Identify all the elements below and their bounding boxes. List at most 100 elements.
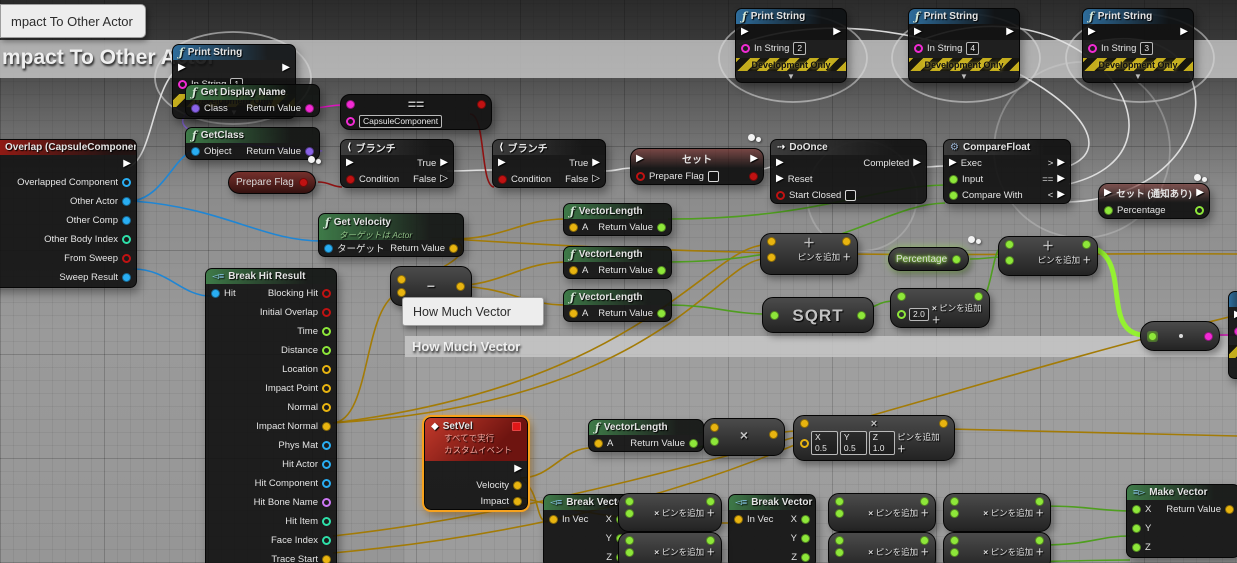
- prepare-flag-pin[interactable]: [636, 171, 645, 181]
- mult-in-b-pin[interactable]: [950, 547, 959, 557]
- hit-actor-pin[interactable]: [322, 460, 331, 469]
- in-string-pin[interactable]: [914, 43, 923, 53]
- time-pin[interactable]: [322, 327, 331, 336]
- false-exec-pin[interactable]: ▷: [592, 174, 600, 184]
- break-vector-node-2[interactable]: ◅≡ Break Vector In Vec X Y Z: [728, 494, 816, 563]
- distance-pin[interactable]: [322, 346, 331, 355]
- phys-mat-pin[interactable]: [322, 441, 331, 450]
- input-pin[interactable]: [949, 174, 958, 184]
- print-string-node-2[interactable]: ƒ Print String ▶ ▶ In String 2 Development …: [735, 8, 847, 83]
- sweep-result-pin[interactable]: [122, 273, 131, 282]
- exec-in-pin[interactable]: ▶: [1088, 27, 1096, 37]
- overlap-event-node[interactable]: Overlap (CapsuleComponent) ▶ Overlapped …: [0, 139, 137, 288]
- comment-bubble-icon[interactable]: [968, 236, 981, 244]
- y-pin[interactable]: [1132, 524, 1141, 533]
- float-out-pin[interactable]: [856, 310, 866, 320]
- return-value-pin[interactable]: [657, 308, 666, 318]
- return-value-pin[interactable]: [657, 222, 666, 232]
- hit-bone-name-pin[interactable]: [322, 498, 331, 507]
- add-pin-plus-icon[interactable]: ＋: [920, 547, 929, 557]
- equal-node[interactable]: == CapsuleComponent: [340, 94, 492, 130]
- collapse-arrow[interactable]: ▼: [1083, 71, 1193, 82]
- condition-pin[interactable]: [498, 174, 507, 184]
- exec-out-pin[interactable]: ▶: [750, 153, 758, 164]
- multiply-node-c1[interactable]: × ピンを追加 ＋: [943, 493, 1051, 532]
- other-comp-pin[interactable]: [122, 216, 131, 225]
- add-in-a-pin[interactable]: [1005, 240, 1014, 249]
- float-out-pin[interactable]: [1035, 497, 1044, 506]
- mult-in-a-pin[interactable]: [835, 536, 844, 545]
- add-pin-plus-icon[interactable]: ＋: [842, 252, 851, 262]
- return-value-pin[interactable]: [305, 103, 314, 113]
- class-pin[interactable]: [191, 103, 200, 113]
- mult-in-a-pin[interactable]: [950, 497, 959, 506]
- a-pin[interactable]: [569, 308, 578, 318]
- exec-in-pin[interactable]: ▶: [914, 27, 922, 37]
- y-default-value[interactable]: Y 0.5: [839, 431, 867, 455]
- vector-length-node-4[interactable]: ƒ VectorLength A Return Value: [588, 419, 704, 452]
- false-exec-pin[interactable]: ▷: [440, 174, 448, 184]
- multiply-2-node[interactable]: 2.0 × ピンを追加 ＋: [890, 288, 990, 328]
- start-closed-pin[interactable]: [776, 190, 785, 200]
- vec-out-pin[interactable]: [769, 430, 778, 439]
- mult-in-b-pin[interactable]: [800, 438, 809, 448]
- float-out-pin[interactable]: [1195, 205, 1204, 215]
- sub-in-b-pin[interactable]: [397, 288, 406, 297]
- condition-pin[interactable]: [346, 174, 355, 184]
- x-pin[interactable]: [1132, 505, 1141, 514]
- exec-out-pin[interactable]: ▶: [514, 464, 522, 474]
- bool-out-pin[interactable]: [749, 171, 758, 181]
- percentage-getter[interactable]: Percentage: [888, 247, 970, 271]
- get-class-node[interactable]: ƒ GetClass Object Return Value: [185, 127, 320, 160]
- mult-in-a-pin[interactable]: [710, 423, 719, 432]
- vec-out-pin[interactable]: [456, 281, 465, 291]
- multiply-node-a1[interactable]: × ピンを追加 ＋: [618, 493, 722, 532]
- in-vec-pin[interactable]: [734, 515, 743, 524]
- return-value-pin[interactable]: [449, 243, 458, 253]
- exec-out-pin[interactable]: ▶: [1006, 27, 1014, 37]
- mult-in-b-pin[interactable]: [625, 508, 634, 518]
- comment-bubble-icon[interactable]: [1194, 174, 1207, 182]
- from-sweep-pin[interactable]: [122, 254, 131, 263]
- a-pin[interactable]: [569, 265, 578, 275]
- make-vector-node[interactable]: ≡▻ Make Vector X Return Value Y Z: [1126, 484, 1237, 558]
- exec-in-pin[interactable]: ▶: [498, 158, 506, 168]
- prepare-flag-getter[interactable]: Prepare Flag: [228, 171, 316, 194]
- exec-in-pin[interactable]: ▶: [346, 158, 354, 168]
- impact-point-pin[interactable]: [322, 384, 331, 393]
- bool-out-pin[interactable]: [476, 99, 486, 109]
- velocity-pin[interactable]: [513, 480, 522, 490]
- exec-out-pin[interactable]: ▶: [1180, 27, 1188, 37]
- initial-overlap-pin[interactable]: [322, 308, 331, 317]
- exec-out-pin[interactable]: ▶: [1196, 188, 1204, 198]
- exec-in-pin[interactable]: ▶: [949, 158, 957, 168]
- comment-bubble-icon[interactable]: [308, 156, 321, 164]
- in-string-value[interactable]: 4: [966, 41, 980, 55]
- overlapped-component-pin[interactable]: [122, 178, 131, 187]
- set-prepare-flag-node[interactable]: ▶ セット ▶ Prepare Flag: [630, 148, 764, 185]
- float-out-pin[interactable]: [706, 497, 715, 506]
- return-value-pin[interactable]: [657, 265, 666, 275]
- other-body-index-pin[interactable]: [122, 235, 131, 244]
- multiply-node-c2[interactable]: × ピンを追加 ＋: [943, 532, 1051, 563]
- set-notify-node[interactable]: ▶ セット (通知あり) ▶ Percentage: [1098, 183, 1210, 219]
- branch-node-2[interactable]: ⟨ ブランチ ▶ True ▶ Condition False ▷: [492, 139, 606, 188]
- add-pin-plus-icon[interactable]: ＋: [932, 315, 941, 325]
- add-pin-plus-icon[interactable]: ＋: [1082, 255, 1091, 265]
- mult-in-a-pin[interactable]: [800, 419, 809, 428]
- mult-in-b-pin[interactable]: [625, 547, 634, 557]
- less-exec-pin[interactable]: ▶: [1057, 190, 1065, 200]
- add-float-node[interactable]: ＋ ピンを追加 ＋: [998, 236, 1098, 276]
- break-hit-result-node[interactable]: ◅≡ Break Hit Result Hit Blocking Hit Init…: [205, 268, 337, 563]
- sqrt-in-pin[interactable]: [770, 310, 779, 320]
- float-out-pin[interactable]: [952, 254, 962, 264]
- in-string-value[interactable]: 3: [1140, 41, 1154, 55]
- bool-out-pin[interactable]: [298, 178, 308, 187]
- blocking-hit-pin[interactable]: [322, 289, 331, 298]
- comment-bubble-icon[interactable]: [748, 134, 761, 142]
- sqrt-node[interactable]: SQRT: [762, 297, 874, 333]
- vector-length-node-3[interactable]: ƒ VectorLength A Return Value: [563, 289, 672, 322]
- add-pin-plus-icon[interactable]: ＋: [897, 444, 906, 454]
- equal-in-b-pin[interactable]: [346, 116, 355, 126]
- exec-in-pin[interactable]: ▶: [776, 158, 784, 168]
